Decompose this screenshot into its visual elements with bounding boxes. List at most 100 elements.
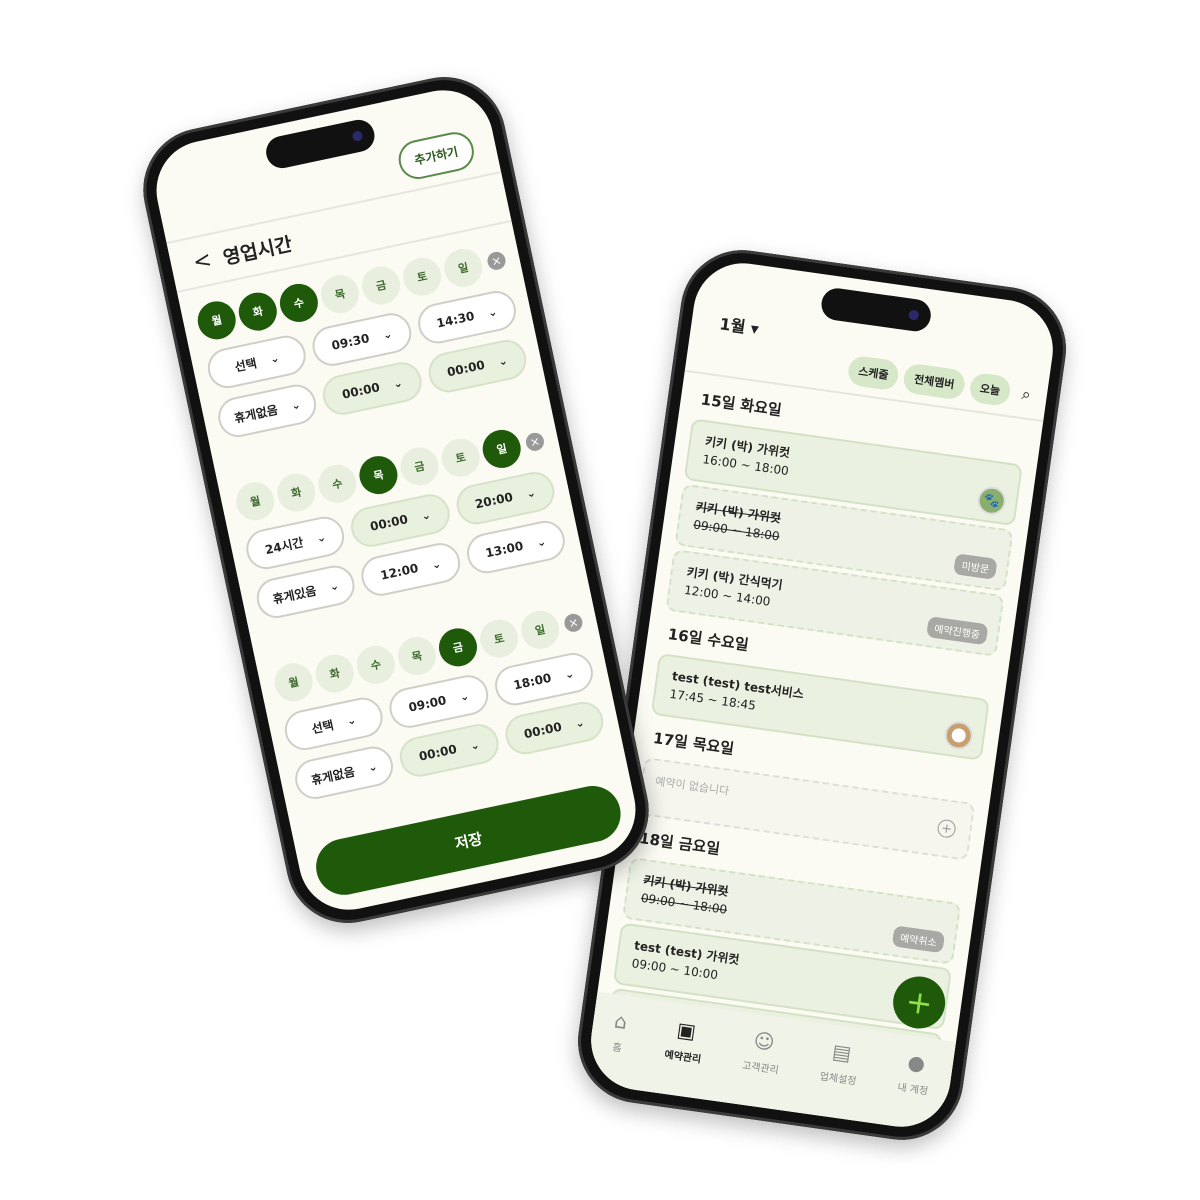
chevron-down-icon: ⌄ (391, 375, 404, 391)
status-badge: 미방문 (953, 553, 998, 580)
day-toggle[interactable]: 금 (396, 443, 443, 489)
page-title: 영업시간 (221, 232, 295, 269)
day-toggle[interactable]: 월 (232, 478, 278, 524)
day-toggle[interactable]: 화 (312, 650, 358, 697)
chevron-down-icon: ⌄ (468, 737, 481, 753)
select-value: 09:00 (407, 693, 448, 715)
business-hours-phone: 추가하기 < 영업시간 월 화 수 목 금 토 일 × 선택 ⌄ 09:30 ⌄ 14:30 ⌄ 휴게없음 ⌄… (131, 65, 661, 935)
nav-label: 예약관리 (663, 1049, 702, 1066)
day-toggle[interactable]: 토 (438, 435, 484, 481)
add-button[interactable]: 추가하기 (394, 128, 478, 183)
back-icon[interactable]: < (191, 247, 214, 275)
hours-group: 월 화 수 목 금 토 일 × 선택 ⌄ 09:00 ⌄ 18:00 ⌄ 휴게없음 ⌄ 00:00 ⌄ 00:00 ⌄ (271, 602, 607, 803)
home-icon: ⌂ (612, 1008, 629, 1034)
nav-item[interactable]: ▤ 업체설정 (814, 1038, 861, 1120)
remove-icon[interactable]: × (524, 431, 546, 453)
day-toggle[interactable]: 토 (399, 254, 445, 300)
schedule-chip[interactable]: 스케줄 (846, 354, 901, 392)
time-select[interactable]: 09:30 ⌄ (309, 309, 415, 370)
chevron-down-icon: ⌄ (535, 534, 548, 550)
today-chip[interactable]: 오늘 (968, 371, 1013, 408)
chevron-down-icon: ⌄ (268, 350, 281, 366)
chevron-down-icon: ⌄ (345, 712, 358, 728)
chevron-down-icon: ⌄ (328, 578, 341, 594)
plus-circle-icon[interactable]: + (936, 818, 957, 839)
remove-icon[interactable]: × (485, 250, 508, 272)
time-select[interactable]: 휴게없음 ⌄ (291, 742, 397, 803)
nav-label: 내 계정 (896, 1082, 929, 1098)
chevron-down-icon: ⌄ (420, 507, 432, 523)
time-select[interactable]: 선택 ⌄ (281, 693, 387, 754)
day-toggle[interactable]: 화 (235, 289, 281, 335)
time-select[interactable]: 09:00 ⌄ (386, 671, 492, 732)
time-select[interactable]: 휴게없음 ⌄ (214, 380, 321, 441)
time-select[interactable]: 휴게있음 ⌄ (253, 561, 359, 622)
nav-item[interactable]: ☺ 고객관리 (737, 1027, 784, 1109)
nav-item[interactable]: ▣ 예약관리 (659, 1016, 706, 1098)
day-toggle[interactable]: 화 (273, 470, 319, 516)
time-select[interactable]: 00:00 ⌄ (396, 720, 502, 781)
select-value: 00:00 (522, 719, 563, 742)
nav-label: 홈 (611, 1042, 623, 1055)
time-select[interactable]: 00:00 ⌄ (501, 698, 607, 758)
month-dropdown[interactable]: 1월 ▾ (718, 310, 760, 339)
time-select[interactable]: 20:00 ⌄ (452, 468, 559, 529)
day-toggle[interactable]: 금 (435, 624, 481, 670)
select-value: 휴게없음 (309, 764, 357, 788)
time-select[interactable]: 선택 ⌄ (204, 332, 310, 392)
day-toggle[interactable]: 수 (314, 461, 360, 507)
time-select[interactable]: 24시간 ⌄ (242, 512, 349, 573)
day-toggle[interactable]: 목 (394, 633, 440, 679)
customer-icon: ☺ (752, 1027, 777, 1055)
empty-text: 예약이 없습니다 (654, 774, 730, 798)
dynamic-island (263, 116, 378, 172)
remove-icon[interactable]: × (562, 612, 585, 634)
day-toggle[interactable]: 일 (440, 245, 486, 291)
chevron-down-icon: ⌄ (366, 759, 379, 774)
hours-group: 월 화 수 목 금 토 일 × 24시간 ⌄ 00:00 ⌄ 20:00 ⌄ 휴게있음 ⌄ 12:00 ⌄ 13:0… (232, 421, 569, 622)
select-value: 20:00 (473, 489, 515, 512)
day-toggle[interactable]: 수 (353, 642, 399, 688)
business-hours-screen: 추가하기 < 영업시간 월 화 수 목 금 토 일 × 선택 ⌄ 09:30 ⌄ 14:30 ⌄ 휴게없음 ⌄… (147, 81, 645, 919)
select-value: 13:00 (484, 538, 525, 561)
all-members-chip[interactable]: 전체멤버 (902, 362, 967, 401)
day-toggle[interactable]: 월 (271, 659, 317, 705)
time-select[interactable]: 13:00 ⌄ (462, 517, 569, 578)
select-value: 00:00 (445, 357, 487, 380)
day-toggle[interactable]: 목 (317, 271, 363, 317)
select-value: 24시간 (263, 534, 305, 557)
day-toggle[interactable]: 일 (517, 607, 563, 653)
day-toggle[interactable]: 월 (194, 297, 240, 343)
search-icon[interactable]: ⌕ (1020, 384, 1033, 405)
chevron-down-icon: ⌄ (563, 666, 576, 682)
time-select[interactable]: 14:30 ⌄ (414, 287, 520, 348)
time-select[interactable]: 00:00 ⌄ (319, 358, 426, 419)
day-toggle[interactable]: 목 (355, 452, 401, 498)
select-value: 14:30 (435, 308, 476, 331)
select-value: 09:30 (330, 331, 371, 353)
day-toggle[interactable]: 일 (479, 426, 525, 472)
nav-item[interactable]: ⌂ 홈 (605, 1008, 629, 1087)
day-toggle[interactable]: 금 (358, 262, 404, 308)
day-toggle[interactable]: 토 (476, 616, 522, 662)
status-badge: 예약취소 (891, 925, 946, 954)
chevron-down-icon: ⌄ (315, 530, 328, 545)
chevron-down-icon: ⌄ (573, 715, 586, 730)
day-toggle[interactable]: 수 (276, 280, 322, 326)
time-select[interactable]: 18:00 ⌄ (491, 649, 597, 710)
select-value: 00:00 (340, 380, 382, 402)
select-value: 휴게없음 (232, 402, 280, 426)
account-icon: ● (906, 1049, 927, 1076)
time-select[interactable]: 00:00 ⌄ (424, 336, 531, 397)
reservation-list: 15일 화요일 키키 (박) 가위컷 16:00 ~ 18:00 🐾 키키 (박… (611, 376, 1029, 1043)
chevron-down-icon: ⌄ (486, 304, 499, 320)
chevron-down-icon: ⌄ (381, 326, 394, 342)
nav-item[interactable]: ● 내 계정 (892, 1049, 933, 1131)
nav-label: 고객관리 (741, 1060, 780, 1077)
time-select[interactable]: 00:00 ⌄ (347, 490, 454, 551)
nav-label: 업체설정 (819, 1071, 857, 1088)
store-icon: ▤ (830, 1039, 853, 1066)
save-button[interactable]: 저장 (310, 780, 626, 901)
time-select[interactable]: 12:00 ⌄ (358, 539, 464, 600)
chevron-down-icon: ⌄ (458, 688, 471, 704)
